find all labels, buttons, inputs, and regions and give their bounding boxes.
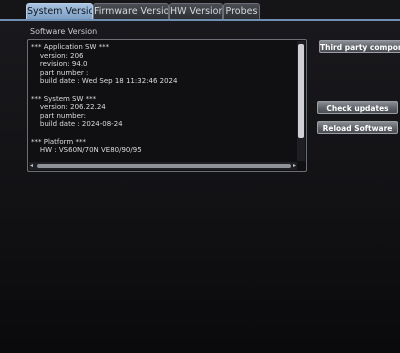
reload-software-button[interactable]: Reload Software bbox=[317, 121, 398, 134]
tab-firmware-version[interactable]: Firmware Version bbox=[93, 3, 169, 19]
tab-hw-version[interactable]: HW Version bbox=[169, 3, 223, 19]
section-title: Software Version bbox=[30, 27, 98, 36]
tab-system-version[interactable]: System Version bbox=[26, 3, 93, 19]
info-line: *** System SW *** bbox=[31, 94, 97, 103]
info-line: part number : bbox=[31, 68, 89, 77]
info-line: version: 206 bbox=[31, 51, 84, 60]
scroll-left-icon[interactable]: ◂ bbox=[30, 162, 33, 170]
horizontal-scroll-thumb[interactable] bbox=[37, 164, 291, 168]
horizontal-scrollbar[interactable]: ◂ ▸ bbox=[29, 162, 297, 170]
info-line bbox=[31, 129, 296, 138]
info-line: build date : 2024-08-24 bbox=[31, 120, 123, 129]
software-version-panel: *** Application SW *** version: 206 revi… bbox=[27, 39, 307, 172]
info-line: revision: 94.0 bbox=[31, 60, 88, 69]
info-line: build date : Wed Sep 18 11:32:46 2024 bbox=[31, 77, 178, 86]
info-line bbox=[31, 86, 296, 95]
vertical-scrollbar[interactable] bbox=[297, 41, 305, 161]
info-line: part number: bbox=[31, 111, 87, 120]
info-line: HW : VS60N/70N VE80/90/95 bbox=[31, 146, 142, 155]
system-info-screen: System Version Firmware Version HW Versi… bbox=[0, 0, 400, 353]
tab-bar: System Version Firmware Version HW Versi… bbox=[0, 0, 400, 21]
third-party-components-button[interactable]: Third party compone bbox=[319, 40, 400, 53]
check-updates-button[interactable]: Check updates bbox=[317, 101, 398, 114]
tab-probes[interactable]: Probes bbox=[223, 3, 260, 19]
software-version-text: *** Application SW *** version: 206 revi… bbox=[31, 43, 296, 159]
vertical-scroll-thumb[interactable] bbox=[298, 44, 304, 138]
info-line: version: 206.22.24 bbox=[31, 103, 106, 112]
info-line: *** Application SW *** bbox=[31, 43, 110, 51]
scroll-right-icon[interactable]: ▸ bbox=[293, 162, 296, 170]
info-line: *** Platform *** bbox=[31, 137, 86, 146]
